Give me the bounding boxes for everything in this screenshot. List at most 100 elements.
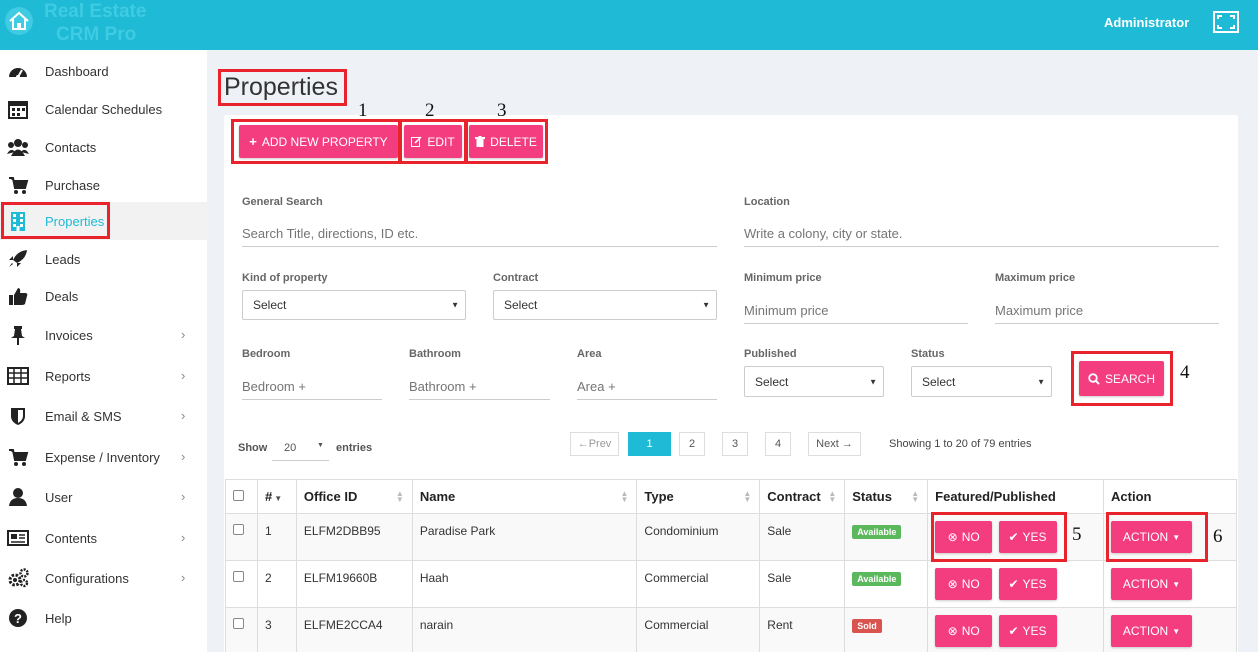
annotation-5: 5 — [1072, 524, 1082, 545]
col-contract[interactable]: Contract ▲ ▼ — [759, 479, 846, 514]
yes-button[interactable]: ✔ YES — [998, 568, 1057, 600]
entries-summary: Showing 1 to 20 of 79 entries — [889, 438, 1032, 450]
no-button[interactable]: ⊗ NO — [935, 568, 993, 600]
action-dropdown-button[interactable]: ACTION ▼ — [1111, 615, 1193, 647]
sidebar-item-leads[interactable]: Leads — [0, 240, 207, 278]
contract-select[interactable]: Select ▼ — [493, 290, 717, 320]
published-select[interactable]: Select ▼ — [744, 366, 884, 397]
sidebar-item-email-sms[interactable]: Email & SMS › — [0, 397, 207, 435]
sidebar-label: Purchase — [45, 178, 100, 193]
status-select[interactable]: Select ▼ — [911, 366, 1052, 397]
next-page-button[interactable]: Next → — [808, 432, 861, 456]
col-name[interactable]: Name ▲ ▼ — [411, 479, 638, 514]
row-office-id: ELFM19660B — [295, 560, 413, 608]
pin-icon — [11, 326, 25, 345]
sidebar-item-contents[interactable]: Contents › — [0, 519, 207, 557]
sidebar-item-dashboard[interactable]: Dashboard — [0, 52, 207, 90]
page-4-button[interactable]: 4 — [765, 432, 791, 456]
no-label: NO — [961, 530, 980, 544]
status-badge: Available — [852, 525, 902, 539]
row-office-id: ELFME2CCA4 — [295, 607, 413, 652]
sidebar-item-configurations[interactable]: Configurations › — [0, 559, 207, 597]
select-all-checkbox[interactable] — [233, 490, 244, 501]
row-checkbox[interactable] — [233, 524, 244, 535]
sidebar-item-calendar[interactable]: Calendar Schedules — [0, 90, 207, 128]
yes-button[interactable]: ✔ YES — [998, 521, 1057, 553]
sidebar-item-properties[interactable]: Properties — [0, 202, 207, 240]
bathroom-input[interactable] — [409, 374, 550, 400]
sidebar-item-expense-inventory[interactable]: Expense / Inventory › — [0, 438, 207, 476]
annotation-6: 6 — [1213, 526, 1223, 547]
row-checkbox[interactable] — [233, 571, 244, 582]
general-search-input[interactable] — [242, 221, 717, 247]
delete-button[interactable]: DELETE — [469, 125, 543, 158]
col-status[interactable]: Status ▲ ▼ — [844, 479, 929, 514]
cogs-icon — [8, 568, 29, 588]
minimum-price-input[interactable] — [744, 298, 968, 324]
status-value: Select — [922, 374, 956, 389]
brand-logo[interactable]: Real Estate CRM Pro — [0, 0, 207, 50]
maximum-price-input[interactable] — [995, 298, 1219, 324]
sidebar-item-reports[interactable]: Reports › — [0, 357, 207, 395]
entries-select[interactable]: 20 ▼ — [272, 437, 329, 461]
bedroom-input[interactable] — [242, 374, 382, 400]
row-type: Condominium — [636, 513, 761, 561]
contract-value: Select — [504, 298, 538, 312]
sidebar-item-purchase[interactable]: Purchase — [0, 166, 207, 204]
action-label: ACTION — [1122, 624, 1169, 638]
table-row[interactable]: 3 ELFME2CCA4 narain Commercial Rent Sold… — [225, 607, 1237, 652]
fullscreen-icon[interactable] — [1213, 11, 1239, 33]
row-contract: Sale — [759, 513, 846, 561]
page-1-button[interactable]: 1 — [628, 432, 671, 456]
table-row[interactable]: 2 ELFM19660B Haah Commercial Sale Availa… — [225, 560, 1237, 608]
edit-label: EDIT — [427, 134, 455, 149]
action-dropdown-button[interactable]: ACTION ▼ — [1111, 568, 1193, 600]
page-3-button[interactable]: 3 — [722, 432, 748, 456]
area-input[interactable] — [577, 374, 717, 400]
no-label: NO — [961, 624, 980, 638]
row-featured-published: ⊗ NO ✔ YES — [927, 560, 1105, 608]
entries-value: 20 — [284, 442, 297, 454]
top-bar: Real Estate CRM Pro Administrator — [0, 0, 1258, 50]
col-status-label: Status — [852, 489, 892, 504]
kind-of-property-select[interactable]: Select ▼ — [242, 290, 466, 320]
edit-button[interactable]: EDIT — [404, 125, 462, 158]
sidebar-item-invoices[interactable]: Invoices › — [0, 316, 207, 354]
caret-down-icon: ▼ — [1172, 579, 1181, 589]
newspaper-icon — [7, 530, 29, 546]
col-featured-published: Featured/Published — [927, 479, 1105, 514]
no-button[interactable]: ⊗ NO — [935, 521, 993, 553]
caret-down-icon: ▼ — [1172, 626, 1181, 636]
sidebar-item-deals[interactable]: Deals — [0, 277, 207, 315]
sidebar-item-user[interactable]: User › — [0, 478, 207, 516]
user-menu[interactable]: Administrator — [1104, 15, 1189, 30]
row-action-cell: ACTION ▼ — [1103, 560, 1237, 608]
table-row[interactable]: 1 ELFM2DBB95 Paradise Park Condominium S… — [225, 513, 1237, 561]
kind-of-property-value: Select — [253, 298, 287, 312]
col-type[interactable]: Type ▲ ▼ — [636, 479, 761, 514]
chevron-right-icon: › — [181, 327, 186, 342]
sidebar-item-help[interactable]: ? Help — [0, 599, 207, 637]
prev-page-button[interactable]: ←Prev — [570, 432, 619, 456]
table-icon — [7, 367, 29, 385]
row-contract: Sale — [759, 560, 846, 608]
add-property-button[interactable]: + ADD NEW PROPERTY — [239, 125, 398, 158]
sort-icon: ▲ ▼ — [828, 489, 837, 504]
sidebar-label: Configurations — [45, 571, 129, 586]
location-input[interactable] — [744, 221, 1219, 247]
row-checkbox[interactable] — [233, 618, 244, 629]
add-property-label: ADD NEW PROPERTY — [261, 134, 388, 149]
search-button[interactable]: SEARCH — [1079, 361, 1164, 396]
col-office-id[interactable]: Office ID ▲ ▼ — [295, 479, 413, 514]
page-2-button[interactable]: 2 — [679, 432, 705, 456]
sidebar-label: Properties — [45, 214, 105, 229]
action-dropdown-button[interactable]: ACTION ▼ — [1111, 521, 1193, 553]
yes-button[interactable]: ✔ YES — [998, 615, 1057, 647]
sidebar-label: Contacts — [45, 140, 97, 155]
col-number[interactable]: # ▼ — [256, 479, 297, 514]
annotation-4: 4 — [1180, 362, 1190, 383]
check-icon: ✔ — [1008, 530, 1019, 544]
row-number: 3 — [256, 607, 297, 652]
sidebar-item-contacts[interactable]: Contacts — [0, 128, 207, 166]
no-button[interactable]: ⊗ NO — [935, 615, 993, 647]
